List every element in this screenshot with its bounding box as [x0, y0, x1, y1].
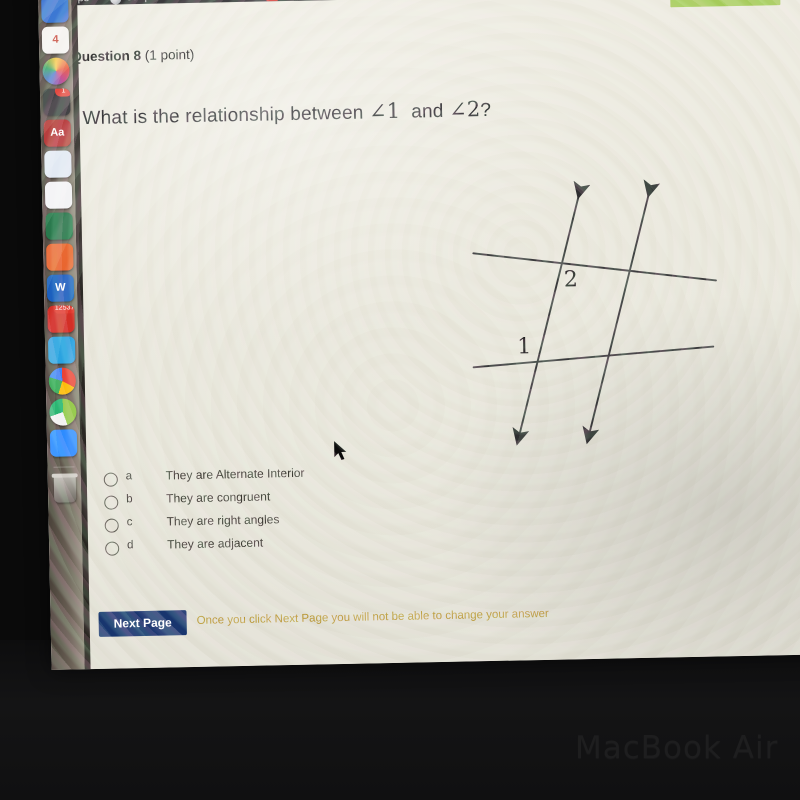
next-page-warning: Once you click Next Page you will not be…	[196, 607, 549, 627]
figure-label-2: 2	[563, 267, 579, 293]
dock-item-label: Aa	[50, 126, 65, 139]
dock-item-label: W	[55, 281, 66, 294]
dock-item-skype[interactable]	[47, 336, 76, 364]
quiz-page: Question 8 (1 point) What is the relatio…	[38, 0, 800, 670]
photo-of-laptop-screen: MacBook Air Apps eduphoria! - Scho... ..…	[0, 0, 800, 800]
geometry-figure: 2 1	[441, 152, 757, 468]
question-conjunction: and	[411, 100, 444, 123]
angle-one-label: ∠1	[368, 98, 401, 124]
lower-parallel-line	[472, 345, 715, 369]
question-text: What is the relationship between ∠1 and …	[82, 97, 491, 130]
dock-badge: 12537	[52, 305, 75, 314]
radio-button-a[interactable]	[103, 472, 118, 487]
choice-text-b[interactable]: They are congruent	[166, 489, 270, 505]
next-page-label: Next Page	[113, 615, 172, 631]
radio-button-b[interactable]	[104, 495, 119, 510]
dock-item-photos[interactable]	[42, 57, 70, 85]
dock-item-firefox[interactable]	[46, 243, 74, 271]
dock-item-itunes[interactable]	[44, 181, 73, 209]
radio-button-c[interactable]	[104, 518, 119, 533]
choice-letter-b: b	[126, 493, 133, 506]
question-mark: ?	[480, 99, 492, 122]
radio-button-d[interactable]	[105, 541, 120, 556]
geometry-svg	[472, 179, 717, 446]
right-transversal	[582, 179, 661, 445]
question-points: (1 point)	[144, 46, 195, 63]
dock-badge: 1	[54, 88, 71, 97]
dock-item-calendar[interactable]: 4	[41, 26, 70, 54]
dock-separator	[53, 466, 75, 468]
dock-item-label: 4	[52, 33, 59, 46]
question-text-prefix: What is the relationship between	[82, 102, 364, 130]
choice-letter-d: d	[127, 539, 134, 552]
dock-item-word[interactable]: W	[46, 274, 75, 302]
green-highlight-bar	[670, 0, 781, 8]
dock-item-zoom[interactable]	[49, 429, 78, 457]
left-transversal	[512, 180, 591, 446]
question-header: Question 8 (1 point)	[71, 47, 194, 64]
dock-item-spinner-app[interactable]	[49, 398, 77, 426]
macbook-brand-text: MacBook Air	[575, 730, 779, 766]
answer-choices: a They are Alternate Interior b They are…	[103, 463, 436, 562]
dock-item-messages-badge[interactable]: 12537	[47, 305, 75, 333]
angle-two-label: ∠2	[448, 97, 481, 122]
choice-text-c[interactable]: They are right angles	[167, 512, 280, 528]
laptop-screen: Apps eduphoria! - Scho... ... Question 8…	[38, 0, 800, 670]
dock-item-excel[interactable]	[45, 212, 73, 240]
next-page-button[interactable]: Next Page	[98, 610, 187, 637]
question-number: Question 8	[71, 47, 142, 65]
dock-item-mail-dark[interactable]: 1	[42, 88, 71, 116]
choice-text-d[interactable]: They are adjacent	[167, 536, 263, 552]
dock-item-trash[interactable]	[53, 476, 77, 503]
dock-item-preview[interactable]	[44, 150, 72, 178]
choice-letter-c: c	[126, 516, 133, 529]
dock-item-chrome[interactable]	[48, 367, 77, 395]
figure-label-1: 1	[516, 334, 532, 360]
dock-item-finder[interactable]	[41, 0, 69, 23]
dock-item-dictionary[interactable]: Aa	[43, 119, 72, 147]
choice-letter-a: a	[125, 470, 133, 483]
choice-text-a[interactable]: They are Alternate Interior	[166, 466, 305, 483]
upper-parallel-line	[472, 252, 717, 282]
